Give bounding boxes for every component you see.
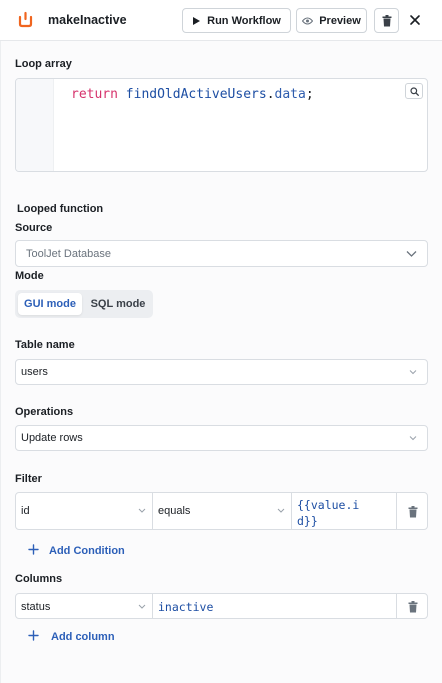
table-name-select[interactable]: users <box>15 359 428 385</box>
operations-select[interactable]: Update rows <box>15 425 428 451</box>
delete-column-button[interactable] <box>396 593 428 619</box>
gui-mode-button[interactable]: GUI mode <box>18 293 82 315</box>
mode-label: Mode <box>15 270 44 282</box>
trash-icon <box>382 14 391 26</box>
editor-search-button[interactable] <box>405 83 423 99</box>
filter-column-select[interactable]: id <box>15 492 153 530</box>
preview-label: Preview <box>319 14 361 27</box>
columns-label: Columns <box>15 573 63 585</box>
source-value: ToolJet Database <box>26 247 111 260</box>
chevron-down-icon <box>138 604 146 609</box>
delete-node-button[interactable] <box>374 8 399 33</box>
plus-icon <box>28 544 39 555</box>
column-name-value: status <box>21 601 51 613</box>
looped-function-label: Looped function <box>17 203 104 215</box>
filter-value-input[interactable]: {{value.i d}} <box>291 492 397 530</box>
code-property: data <box>274 87 306 102</box>
chevron-down-icon <box>277 508 285 513</box>
play-icon <box>193 16 201 25</box>
chevron-down-icon <box>409 370 417 375</box>
trash-icon <box>408 506 418 518</box>
loop-array-editor[interactable]: return findOldActiveUsers.data; <box>15 78 428 172</box>
column-name-select[interactable]: status <box>15 593 153 619</box>
sql-mode-button[interactable]: SQL mode <box>87 293 149 315</box>
chevron-down-icon <box>138 508 146 513</box>
run-workflow-button[interactable]: Run Workflow <box>182 8 291 33</box>
delete-filter-button[interactable] <box>396 492 428 530</box>
workflow-title: makeInactive <box>48 13 127 27</box>
trash-icon <box>408 601 418 613</box>
table-name-value: users <box>21 366 48 378</box>
column-value-input[interactable]: inactive <box>152 593 397 619</box>
add-condition-label: Add Condition <box>49 545 125 557</box>
plus-icon <box>28 630 39 641</box>
filter-label: Filter <box>15 473 42 485</box>
table-name-label: Table name <box>15 339 75 351</box>
source-select[interactable]: ToolJet Database <box>15 240 428 267</box>
chevron-down-icon <box>406 250 417 257</box>
code-keyword: return <box>71 87 118 102</box>
filter-operator-value: equals <box>158 505 191 517</box>
add-column-label: Add column <box>51 631 115 643</box>
filter-value-line: {{value.i <box>297 498 360 512</box>
add-condition-button[interactable]: Add Condition <box>28 541 138 559</box>
run-workflow-label: Run Workflow <box>207 14 281 27</box>
eye-icon <box>302 17 314 24</box>
search-icon <box>409 86 419 96</box>
tooljet-icon <box>18 11 33 28</box>
filter-operator-select[interactable]: equals <box>152 492 292 530</box>
workflow-header: makeInactive Run Workflow Preview <box>0 0 442 41</box>
code-line: return findOldActiveUsers.data; <box>71 87 314 102</box>
mode-toggle: GUI mode SQL mode <box>15 290 153 318</box>
code-dot: . <box>266 87 275 102</box>
column-value: inactive <box>158 600 214 614</box>
editor-gutter <box>16 79 54 171</box>
operations-value: Update rows <box>21 432 83 444</box>
source-label: Source <box>15 222 53 234</box>
preview-button[interactable]: Preview <box>296 8 367 33</box>
chevron-down-icon <box>409 436 417 441</box>
loop-array-label: Loop array <box>15 58 72 70</box>
code-end: ; <box>305 87 314 102</box>
filter-value-line: d}} <box>297 514 318 528</box>
close-icon[interactable] <box>408 13 422 27</box>
code-identifier: findOldActiveUsers <box>125 87 267 102</box>
operations-label: Operations <box>15 406 74 418</box>
filter-column-value: id <box>21 505 30 517</box>
add-column-button[interactable]: Add column <box>28 627 128 645</box>
